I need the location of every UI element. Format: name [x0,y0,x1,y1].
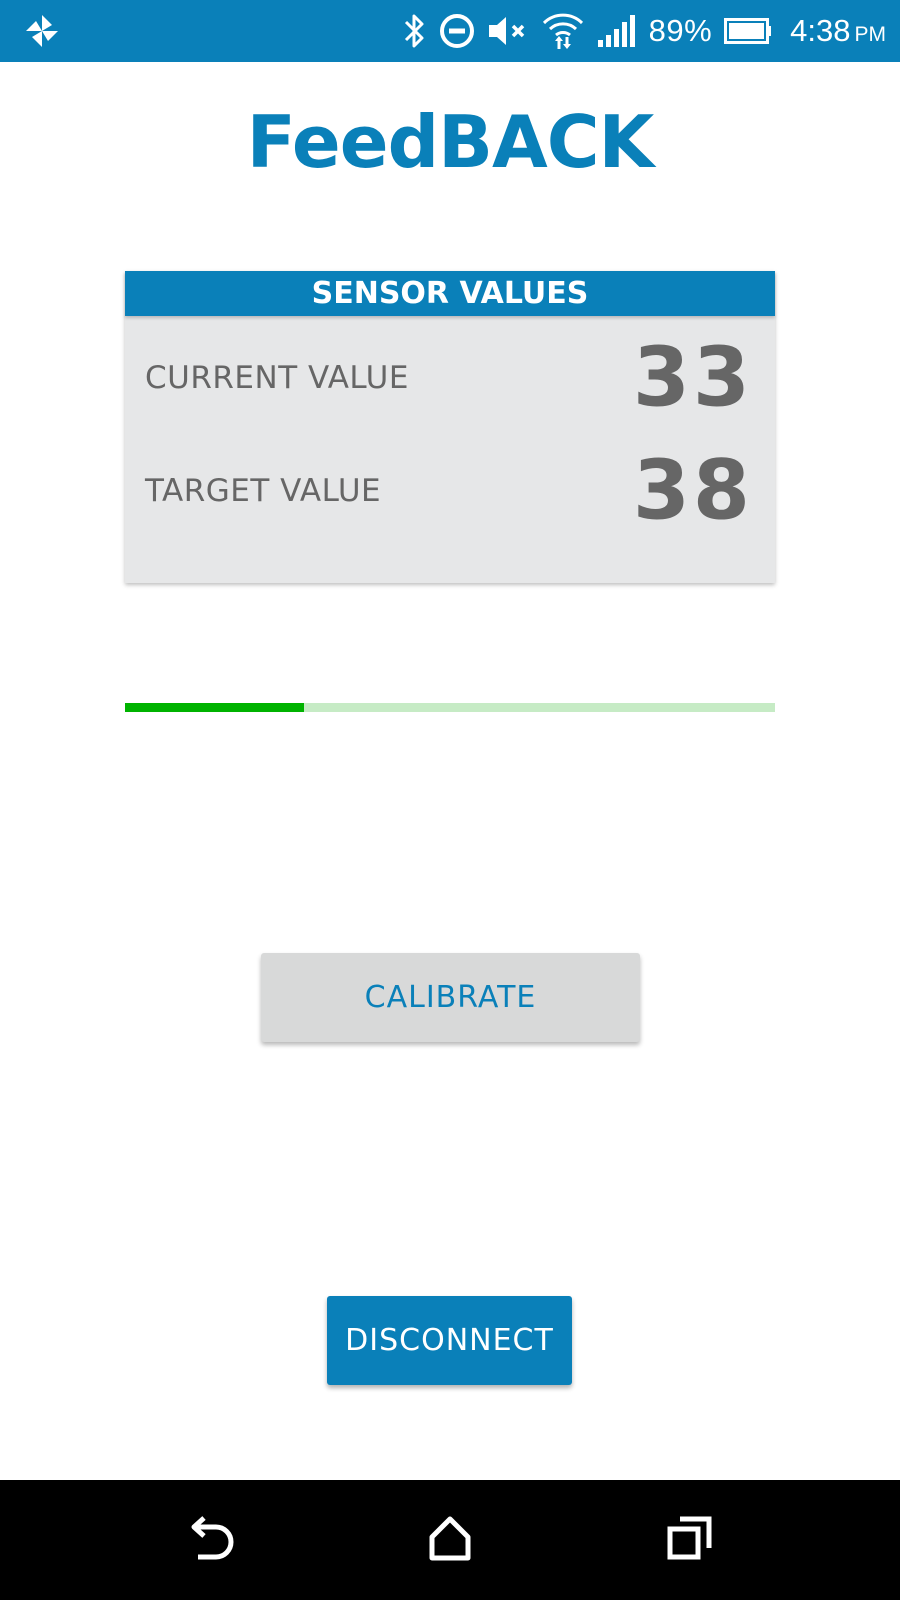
recents-icon [665,1513,715,1567]
bluetooth-icon [403,11,427,51]
sensor-values-card: SENSOR VALUES CURRENT VALUE 33 TARGET VA… [125,271,775,583]
clock-ampm: PM [854,23,887,46]
do-not-disturb-icon [439,11,475,51]
signal-icon [597,11,637,51]
pinwheel-app-icon [24,13,60,49]
back-icon [182,1513,238,1567]
current-value-label: CURRENT VALUE [145,360,409,396]
current-value-number: 33 [632,330,753,426]
battery-percent: 89% [648,13,713,48]
disconnect-button[interactable]: DISCONNECT [327,1296,572,1385]
calibrate-button[interactable]: CALIBRATE [261,953,640,1042]
current-value-row: CURRENT VALUE 33 [145,328,753,428]
sensor-values-header: SENSOR VALUES [125,271,775,316]
clock-time: 4:38 [790,13,851,48]
home-icon [425,1513,475,1567]
navigation-bar [0,1480,900,1600]
progress-fill [125,703,304,712]
target-value-row: TARGET VALUE 38 [145,441,753,541]
target-value-label: TARGET VALUE [145,473,382,509]
recents-button[interactable] [652,1502,728,1578]
volume-muted-icon [487,11,529,51]
home-button[interactable] [412,1502,488,1578]
wifi-icon [541,11,585,51]
clock: 4:38 PM [790,13,886,49]
target-value-number: 38 [632,443,753,539]
app-title: FeedBACK [246,100,655,184]
status-icons: 89% 4:38 PM [391,0,886,62]
progress-bar [125,703,775,712]
back-button[interactable] [172,1502,248,1578]
status-bar: 89% 4:38 PM [0,0,900,62]
battery-icon [724,11,772,51]
screen: 89% 4:38 PM FeedBACK SENSOR VALUES CURREN… [0,0,900,1600]
